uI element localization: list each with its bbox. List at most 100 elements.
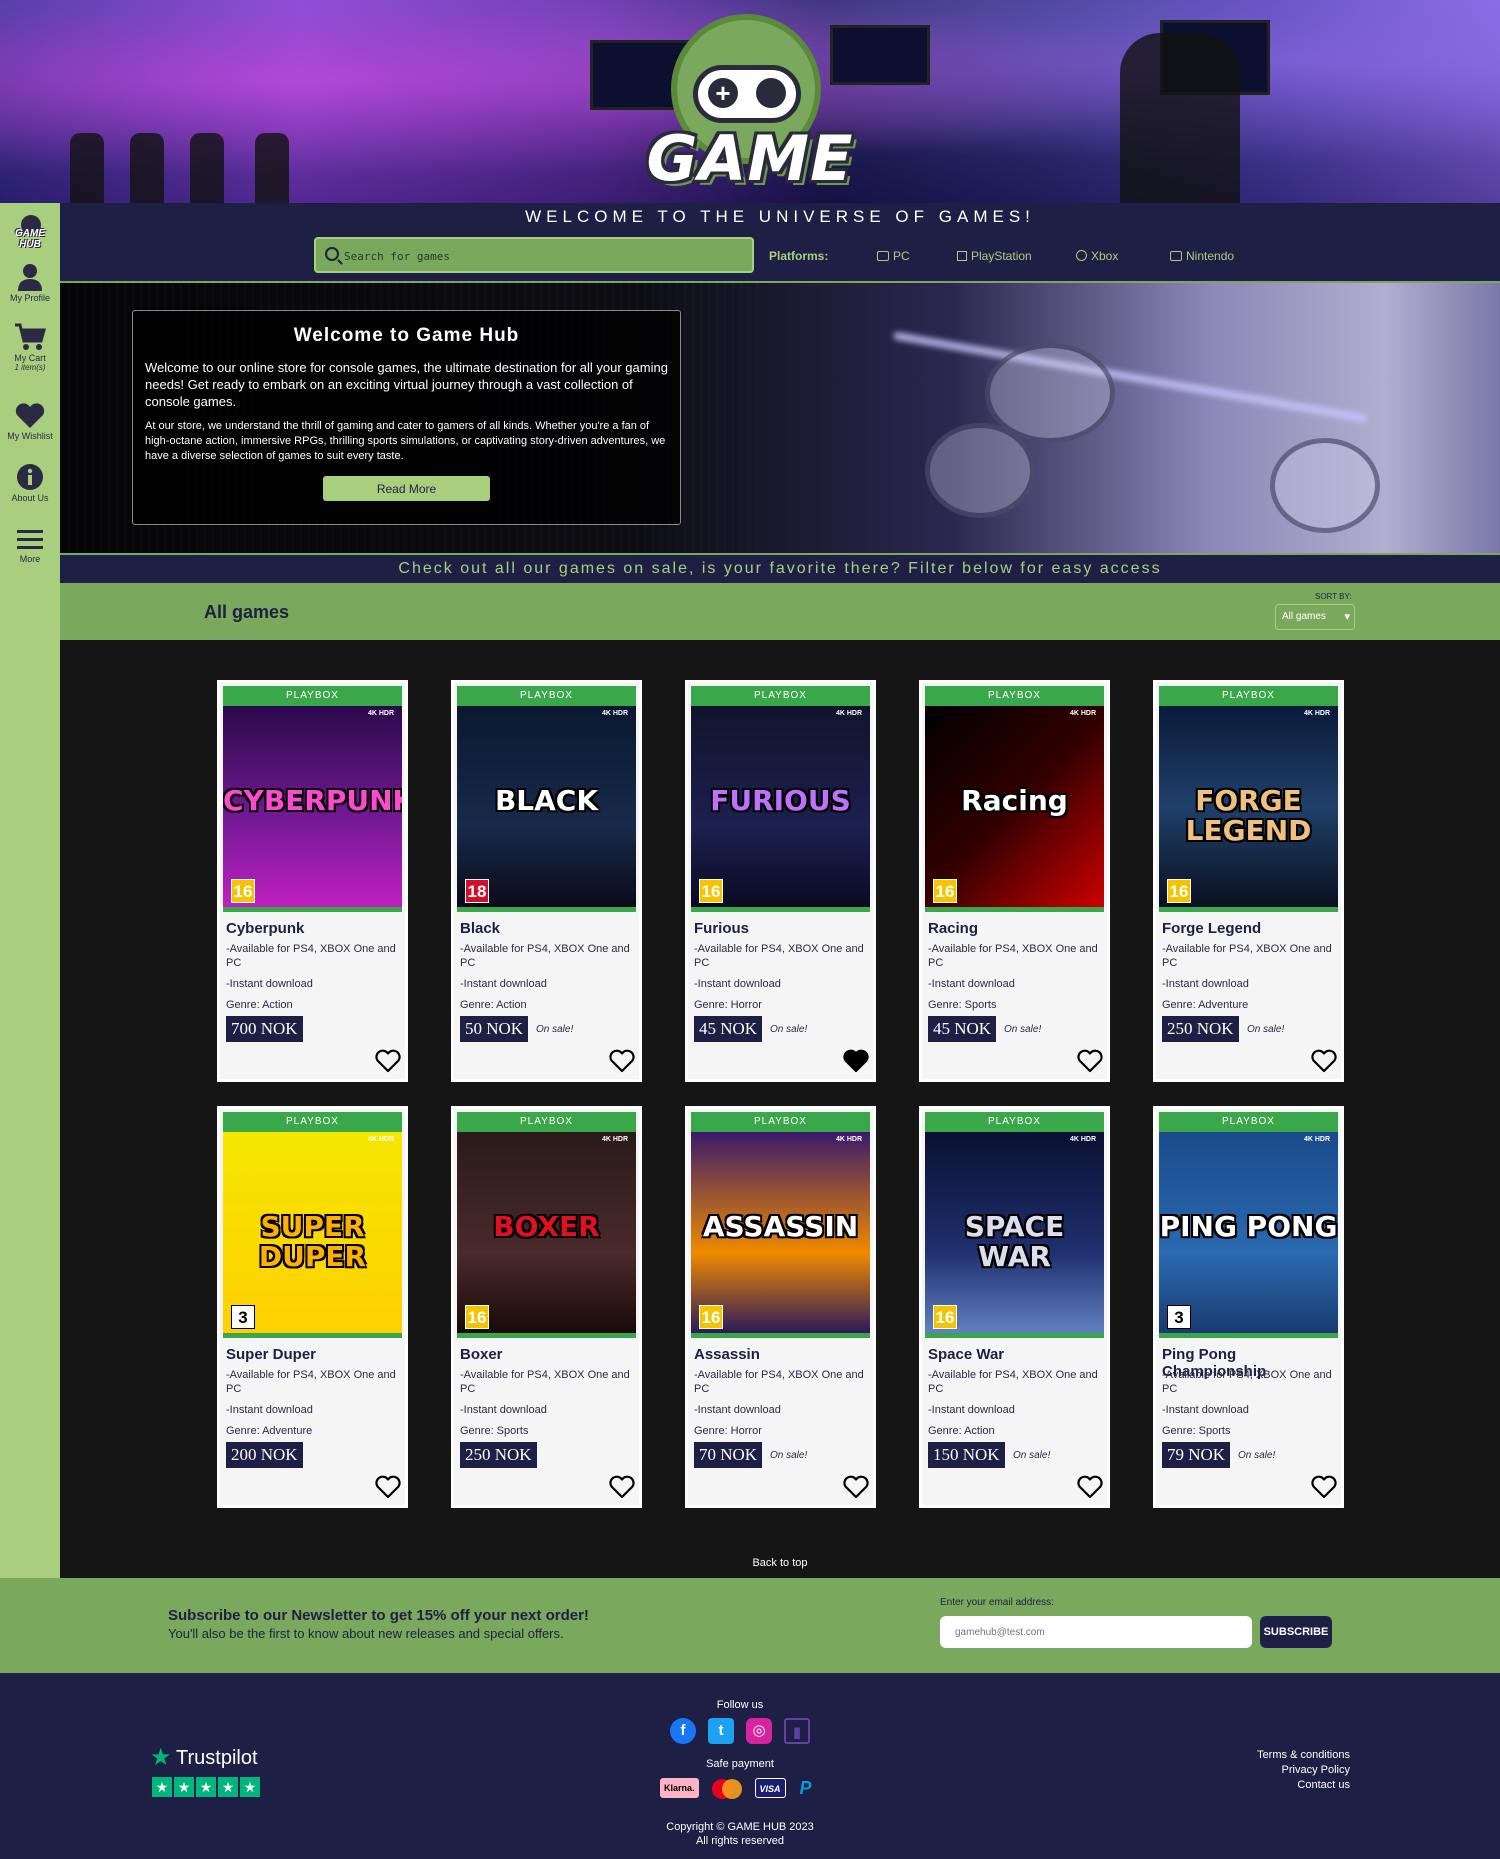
read-more-button[interactable]: Read More <box>323 476 490 501</box>
game-name[interactable]: Forge Legend <box>1162 920 1261 937</box>
game-price: 250 NOK <box>460 1442 537 1468</box>
game-card[interactable]: PLAYBOX 4K HDR CYBERPUNK 16 Cyberpunk -A… <box>217 680 408 1082</box>
welcome-paragraph-2: At our store, we understand the thrill o… <box>145 420 666 462</box>
wishlist-heart-icon[interactable] <box>1077 1049 1103 1073</box>
search-bar[interactable] <box>314 237 754 273</box>
game-name[interactable]: Cyberpunk <box>226 920 304 937</box>
hdr-badge: 4K HDR <box>601 1136 628 1143</box>
game-cover[interactable]: PLAYBOX 4K HDR BLACK 18 <box>457 686 636 912</box>
sidebar-item-profile[interactable]: My Profile <box>0 263 60 303</box>
game-cover[interactable]: PLAYBOX 4K HDR CYBERPUNK 16 <box>223 686 402 912</box>
subscribe-button[interactable]: SUBSCRIBE <box>1260 1616 1332 1648</box>
wishlist-heart-icon[interactable] <box>1077 1475 1103 1499</box>
age-rating-badge: 16 <box>465 1305 489 1329</box>
playbox-brand: PLAYBOX <box>925 1112 1104 1132</box>
wishlist-heart-icon[interactable] <box>1311 1475 1337 1499</box>
game-cover[interactable]: PLAYBOX 4K HDR SPACE WAR 16 <box>925 1112 1104 1338</box>
cover-title: BOXER <box>493 1210 600 1243</box>
game-instant-download: -Instant download <box>694 1404 781 1416</box>
game-card[interactable]: PLAYBOX 4K HDR ASSASSIN 16 Assassin -Ava… <box>685 1106 876 1508</box>
game-card[interactable]: PLAYBOX 4K HDR FORGE LEGEND 16 Forge Leg… <box>1153 680 1344 1082</box>
game-cover[interactable]: PLAYBOX 4K HDR FORGE LEGEND 16 <box>1159 686 1338 912</box>
cover-title: SUPER DUPER <box>258 1210 367 1273</box>
game-cover[interactable]: PLAYBOX 4K HDR FURIOUS 16 <box>691 686 870 912</box>
klarna-icon: Klarna. <box>660 1778 699 1798</box>
platforms-label: Platforms: <box>769 249 829 263</box>
back-to-top-link[interactable]: Back to top <box>60 1557 1500 1569</box>
game-name[interactable]: Furious <box>694 920 749 937</box>
wishlist-heart-icon[interactable] <box>375 1475 401 1499</box>
terms-link[interactable]: Terms & conditions <box>1257 1748 1350 1763</box>
game-card[interactable]: PLAYBOX 4K HDR PING PONG 3 Ping Pong Cha… <box>1153 1106 1344 1508</box>
platform-pc[interactable]: PC <box>877 249 910 263</box>
monitor-icon <box>877 251 889 261</box>
game-price: 45 NOK <box>928 1016 997 1042</box>
sidebar-logo[interactable]: GAME HUB <box>5 215 55 250</box>
game-genre: Genre: Adventure <box>1162 999 1249 1011</box>
wishlist-heart-icon[interactable] <box>843 1475 869 1499</box>
game-price: 70 NOK <box>694 1442 763 1468</box>
hdr-badge: 4K HDR <box>835 710 862 717</box>
wishlist-heart-icon[interactable] <box>1311 1049 1337 1073</box>
cover-title: CYBERPUNK <box>223 784 402 817</box>
privacy-link[interactable]: Privacy Policy <box>1257 1763 1350 1778</box>
sidebar-item-about[interactable]: About Us <box>0 463 60 503</box>
twitch-icon[interactable]: ▮ <box>784 1718 810 1744</box>
game-genre: Genre: Action <box>226 999 293 1011</box>
game-card[interactable]: PLAYBOX 4K HDR SPACE WAR 16 Space War -A… <box>919 1106 1110 1508</box>
game-cover[interactable]: PLAYBOX 4K HDR ASSASSIN 16 <box>691 1112 870 1338</box>
wishlist-heart-icon[interactable] <box>609 1049 635 1073</box>
wishlist-heart-icon[interactable] <box>375 1049 401 1073</box>
email-field[interactable] <box>940 1616 1252 1648</box>
sort-label: SORT BY: <box>1315 592 1352 601</box>
footer-links: Terms & conditions Privacy Policy Contac… <box>1257 1748 1350 1793</box>
sidebar-item-wishlist[interactable]: My Wishlist <box>0 403 60 441</box>
search-input[interactable] <box>344 245 744 267</box>
platform-playstation[interactable]: PlayStation <box>957 249 1032 263</box>
facebook-icon[interactable]: f <box>670 1718 696 1744</box>
twitter-icon[interactable]: t <box>708 1718 734 1744</box>
playbox-brand: PLAYBOX <box>457 686 636 706</box>
game-cover[interactable]: PLAYBOX 4K HDR PING PONG 3 <box>1159 1112 1338 1338</box>
cover-title: SPACE WAR <box>964 1210 1065 1273</box>
sort-select[interactable]: All games <box>1275 604 1355 630</box>
game-card[interactable]: PLAYBOX 4K HDR Racing 16 Racing -Availab… <box>919 680 1110 1082</box>
cover-title: PING PONG <box>1159 1210 1338 1243</box>
game-cover[interactable]: PLAYBOX 4K HDR BOXER 16 <box>457 1112 636 1338</box>
instagram-icon[interactable]: ◎ <box>746 1718 772 1744</box>
wishlist-heart-icon[interactable] <box>609 1475 635 1499</box>
cover-title: FORGE LEGEND <box>1185 784 1312 847</box>
game-name[interactable]: Black <box>460 920 500 937</box>
sidebar-item-more[interactable]: More <box>0 528 60 564</box>
age-rating-badge: 18 <box>465 879 489 903</box>
search-icon <box>325 247 339 261</box>
menu-icon <box>17 530 43 549</box>
game-genre: Genre: Sports <box>1162 1425 1231 1437</box>
age-rating-badge: 16 <box>699 879 723 903</box>
platform-nintendo[interactable]: Nintendo <box>1170 249 1234 263</box>
on-sale-label: On sale! <box>536 1024 574 1035</box>
game-cover[interactable]: PLAYBOX 4K HDR Racing 16 <box>925 686 1104 912</box>
game-availability: -Available for PS4, XBOX One and PC <box>460 943 630 969</box>
game-name[interactable]: Racing <box>928 920 978 937</box>
game-card[interactable]: PLAYBOX 4K HDR BOXER 16 Boxer -Available… <box>451 1106 642 1508</box>
game-name[interactable]: Boxer <box>460 1346 503 1363</box>
game-hub-logo[interactable]: + GAME HUB <box>585 10 915 203</box>
game-card[interactable]: PLAYBOX 4K HDR SUPER DUPER 3 Super Duper… <box>217 1106 408 1508</box>
game-name[interactable]: Space War <box>928 1346 1004 1363</box>
gamepad-icon: + <box>693 65 801 123</box>
game-name[interactable]: Super Duper <box>226 1346 316 1363</box>
platform-xbox[interactable]: Xbox <box>1076 249 1118 263</box>
wishlist-heart-icon[interactable] <box>843 1049 869 1073</box>
game-card[interactable]: PLAYBOX 4K HDR FURIOUS 16 Furious -Avail… <box>685 680 876 1082</box>
nintendo-switch-icon <box>1170 251 1182 261</box>
contact-link[interactable]: Contact us <box>1257 1778 1350 1793</box>
game-cover[interactable]: PLAYBOX 4K HDR SUPER DUPER 3 <box>223 1112 402 1338</box>
welcome-paragraph-1: Welcome to our online store for console … <box>145 360 668 409</box>
xbox-icon <box>1076 250 1087 261</box>
heart-icon <box>15 403 45 428</box>
game-card[interactable]: PLAYBOX 4K HDR BLACK 18 Black -Available… <box>451 680 642 1082</box>
game-name[interactable]: Assassin <box>694 1346 760 1363</box>
cover-title: BLACK <box>494 784 599 817</box>
sidebar-item-cart[interactable]: My Cart 1 item(s) <box>0 323 60 372</box>
